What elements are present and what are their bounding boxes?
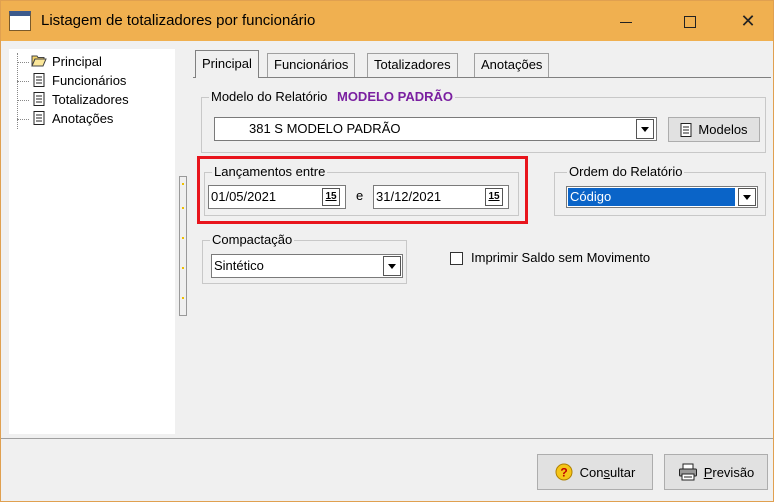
ordem-select[interactable]: Código — [566, 186, 758, 208]
app-window-icon — [9, 11, 31, 31]
window-title: Listagem de totalizadores por funcionári… — [41, 12, 316, 29]
tab-label: Principal — [202, 56, 252, 71]
compactacao-selected-value: Sintético — [214, 258, 264, 273]
tab-principal[interactable]: Principal — [195, 50, 259, 78]
tree-item-label: Totalizadores — [52, 92, 129, 107]
highlight-box — [197, 156, 528, 224]
modelos-button[interactable]: Modelos — [668, 117, 760, 142]
imprimir-saldo-label: Imprimir Saldo sem Movimento — [471, 250, 651, 265]
modelo-legend: Modelo do Relatório MODELO PADRÃO — [209, 89, 456, 104]
tree-connector-dash — [17, 119, 29, 120]
tree-item-totalizadores[interactable]: Totalizadores — [9, 91, 169, 109]
modelo-legend-label: Modelo do Relatório — [211, 89, 328, 104]
document-icon — [33, 111, 45, 125]
tree-item-label: Principal — [52, 54, 102, 69]
navigation-tree: Principal Funcionários Totalizadores Ano… — [9, 49, 175, 434]
title-bar[interactable]: Listagem de totalizadores por funcionári… — [1, 1, 773, 41]
compactacao-legend: Compactação — [210, 232, 295, 247]
document-icon — [33, 92, 45, 106]
tree-item-principal[interactable]: Principal — [9, 53, 169, 71]
tab-label: Funcionários — [274, 57, 349, 72]
tree-item-anotacoes[interactable]: Anotações — [9, 110, 169, 128]
dialog-window: Listagem de totalizadores por funcionári… — [0, 0, 774, 502]
compactacao-select[interactable]: Sintético — [211, 254, 403, 278]
consultar-label-pre: Con — [579, 464, 604, 480]
maximize-icon — [684, 16, 696, 29]
consultar-button-label: Consultar — [580, 465, 636, 480]
maximize-button[interactable] — [665, 1, 715, 41]
tab-label: Anotações — [481, 57, 543, 72]
folder-open-icon — [31, 55, 47, 67]
tab-funcionarios[interactable]: Funcionários — [267, 53, 356, 77]
ordem-selected-value: Código — [567, 187, 736, 207]
chevron-down-icon — [743, 194, 751, 200]
consultar-button[interactable]: ? Consultar — [537, 454, 653, 490]
tree-item-funcionarios[interactable]: Funcionários — [9, 72, 169, 90]
modelo-select[interactable]: 381 S MODELO PADRÃO — [214, 117, 657, 141]
tab-totalizadores[interactable]: Totalizadores — [367, 53, 458, 77]
tab-label: Totalizadores — [374, 57, 451, 72]
tree-connector-dash — [17, 81, 29, 82]
modelo-legend-value: MODELO PADRÃO — [336, 89, 454, 104]
modelo-selected-value: 381 S MODELO PADRÃO — [249, 121, 401, 136]
printer-icon — [678, 463, 697, 481]
footer-bar — [1, 438, 773, 501]
tree-item-label: Funcionários — [52, 73, 127, 88]
modelos-button-label: Modelos — [698, 122, 748, 137]
consultar-label-post: ultar — [610, 464, 636, 480]
svg-text:?: ? — [560, 466, 567, 480]
modelo-dropdown-button[interactable] — [636, 119, 654, 139]
tree-connector-dash — [17, 62, 29, 63]
ordem-dropdown-button[interactable] — [738, 188, 756, 206]
tree-connector-dash — [17, 100, 29, 101]
previsao-label-post: revisão — [712, 464, 755, 480]
help-icon: ? — [555, 463, 573, 481]
previsao-button[interactable]: Previsão — [664, 454, 768, 490]
compactacao-dropdown-button[interactable] — [383, 256, 401, 276]
minimize-button[interactable] — [601, 1, 651, 41]
minimize-icon — [620, 21, 632, 23]
chevron-down-icon — [388, 263, 396, 269]
tree-item-label: Anotações — [52, 111, 114, 126]
ordem-legend: Ordem do Relatório — [567, 164, 685, 179]
panel-splitter[interactable] — [179, 176, 187, 316]
imprimir-saldo-checkbox[interactable] — [450, 252, 463, 265]
document-icon — [33, 73, 45, 87]
close-icon: ✕ — [740, 11, 756, 31]
close-button[interactable]: ✕ — [723, 1, 773, 41]
chevron-down-icon — [641, 126, 649, 132]
document-icon — [680, 122, 692, 137]
previsao-button-label: Previsão — [704, 465, 755, 480]
tab-anotacoes[interactable]: Anotações — [474, 53, 550, 77]
